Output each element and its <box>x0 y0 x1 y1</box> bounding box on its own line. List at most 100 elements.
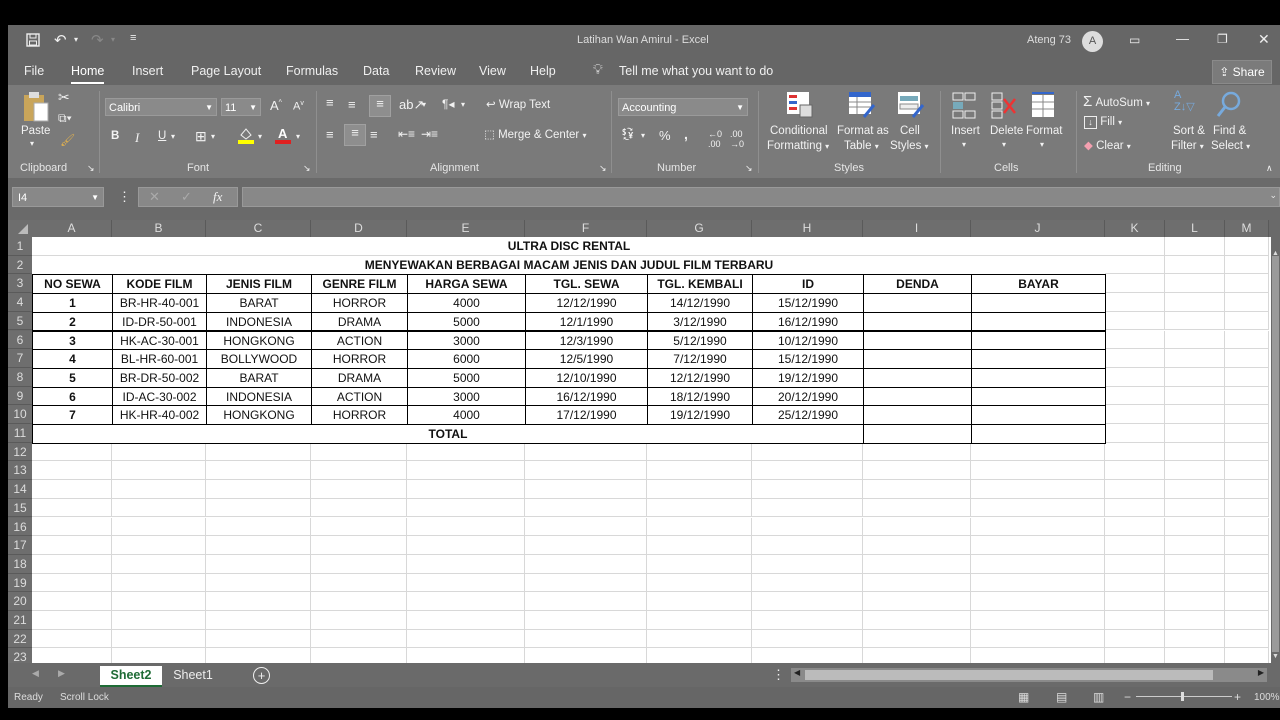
empty-cell[interactable] <box>311 554 407 574</box>
font-color-dropdown-icon[interactable]: ▾ <box>296 132 300 141</box>
orientation-icon[interactable]: ab↗ <box>399 97 424 113</box>
empty-cell[interactable] <box>1105 424 1165 443</box>
vertical-scrollbar[interactable]: ▲ ▼ <box>1271 220 1280 665</box>
empty-cell[interactable] <box>1165 405 1225 424</box>
empty-cell[interactable] <box>1225 442 1269 462</box>
table-cell[interactable]: HORROR <box>311 293 408 313</box>
empty-cell[interactable] <box>752 498 863 518</box>
empty-cell[interactable] <box>525 517 647 537</box>
empty-cell[interactable] <box>407 498 525 518</box>
empty-cell[interactable] <box>206 498 311 518</box>
sheet-tab-sheet2[interactable]: Sheet2 <box>100 666 162 687</box>
empty-cell[interactable] <box>311 611 407 630</box>
empty-cell[interactable] <box>311 648 407 663</box>
tab-formulas[interactable]: Formulas <box>286 64 338 78</box>
table-cell[interactable]: 12/12/1990 <box>525 293 648 313</box>
empty-cell[interactable] <box>863 573 971 593</box>
empty-cell[interactable] <box>206 536 311 555</box>
empty-cell[interactable] <box>525 554 647 574</box>
empty-cell[interactable] <box>1105 461 1165 481</box>
table-cell[interactable] <box>863 349 972 369</box>
avatar[interactable]: A <box>1082 31 1103 52</box>
fill-button[interactable]: ↓ Fill ▾ <box>1084 116 1122 129</box>
save-icon[interactable] <box>26 33 40 50</box>
empty-cell[interactable] <box>1165 517 1225 537</box>
table-cell[interactable]: 12/12/1990 <box>647 367 753 388</box>
empty-cell[interactable] <box>752 592 863 611</box>
table-cell[interactable]: ACTION <box>311 386 408 407</box>
tab-home[interactable]: Home <box>71 64 105 84</box>
empty-cell[interactable] <box>112 554 206 574</box>
row-header-1[interactable]: 1 <box>8 237 32 256</box>
align-left-icon[interactable]: ≡ <box>326 127 334 142</box>
empty-cell[interactable] <box>112 592 206 611</box>
empty-cell[interactable] <box>1165 255 1225 275</box>
name-box[interactable]: I4 ▼ <box>12 187 104 207</box>
table-header-cell[interactable]: TGL. KEMBALI <box>647 274 753 295</box>
table-cell[interactable] <box>863 311 972 332</box>
table-cell[interactable]: BARAT <box>206 367 312 388</box>
empty-cell[interactable] <box>1105 554 1165 574</box>
empty-cell[interactable] <box>407 517 525 537</box>
empty-cell[interactable] <box>32 480 112 499</box>
empty-cell[interactable] <box>311 629 407 649</box>
maximize-icon[interactable]: ❐ <box>1217 32 1228 46</box>
row-header-2[interactable]: 2 <box>8 255 32 275</box>
next-sheet-icon[interactable]: ▶ <box>58 668 65 679</box>
empty-cell[interactable] <box>647 611 752 630</box>
empty-cell[interactable] <box>752 517 863 537</box>
table-cell[interactable]: BOLLYWOOD <box>206 349 312 369</box>
font-color-icon[interactable]: A <box>275 126 291 144</box>
empty-cell[interactable] <box>971 442 1105 462</box>
empty-cell[interactable] <box>1165 330 1225 350</box>
empty-cell[interactable] <box>112 480 206 499</box>
empty-cell[interactable] <box>1225 311 1269 331</box>
table-cell[interactable]: HONGKONG <box>206 330 312 351</box>
empty-cell[interactable] <box>1225 255 1269 275</box>
tab-data[interactable]: Data <box>363 64 389 78</box>
table-cell[interactable]: 3 <box>32 330 113 351</box>
row-header-15[interactable]: 15 <box>8 498 32 518</box>
font-name-select[interactable]: Calibri ▼ <box>105 98 217 116</box>
table-cell[interactable]: HORROR <box>311 405 408 425</box>
increase-indent-icon[interactable]: ⇥≡ <box>421 127 438 141</box>
clear-button[interactable]: ◆ Clear ▾ <box>1084 138 1131 152</box>
tab-splitter-icon[interactable]: ⋮ <box>772 667 785 683</box>
table-cell[interactable] <box>863 330 972 351</box>
table-cell[interactable]: 15/12/1990 <box>752 349 864 369</box>
row-header-4[interactable]: 4 <box>8 293 32 312</box>
table-cell[interactable]: 4000 <box>407 293 526 313</box>
empty-cell[interactable] <box>1165 386 1225 406</box>
table-cell[interactable] <box>971 311 1106 332</box>
empty-cell[interactable] <box>1105 536 1165 555</box>
empty-cell[interactable] <box>206 611 311 630</box>
empty-cell[interactable] <box>1165 237 1225 256</box>
empty-cell[interactable] <box>407 480 525 499</box>
collapse-ribbon-icon[interactable]: ∧ <box>1266 163 1273 174</box>
table-cell[interactable]: 12/5/1990 <box>525 349 648 369</box>
empty-cell[interactable] <box>647 629 752 649</box>
table-cell[interactable]: BARAT <box>206 293 312 313</box>
align-bottom-icon[interactable]: ≡ <box>369 95 391 117</box>
row-header-3[interactable]: 3 <box>8 274 32 294</box>
empty-cell[interactable] <box>206 592 311 611</box>
table-header-cell[interactable]: TGL. SEWA <box>525 274 648 295</box>
empty-cell[interactable] <box>206 648 311 663</box>
empty-cell[interactable] <box>1225 592 1269 611</box>
empty-cell[interactable] <box>112 648 206 663</box>
total-cell[interactable] <box>863 424 972 444</box>
empty-cell[interactable] <box>112 517 206 537</box>
empty-cell[interactable] <box>971 648 1105 663</box>
vertical-scroll-thumb[interactable] <box>1272 256 1279 652</box>
decrease-decimal-icon[interactable]: .00 →0 <box>730 129 744 149</box>
borders-icon[interactable]: ⊞ <box>195 128 207 145</box>
empty-cell[interactable] <box>525 573 647 593</box>
empty-cell[interactable] <box>407 648 525 663</box>
row-header-9[interactable]: 9 <box>8 386 32 406</box>
table-cell[interactable]: HONGKONG <box>206 405 312 425</box>
empty-cell[interactable] <box>647 517 752 537</box>
empty-cell[interactable] <box>32 611 112 630</box>
empty-cell[interactable] <box>311 480 407 499</box>
table-cell[interactable]: 12/1/1990 <box>525 311 648 332</box>
empty-cell[interactable] <box>1105 405 1165 424</box>
